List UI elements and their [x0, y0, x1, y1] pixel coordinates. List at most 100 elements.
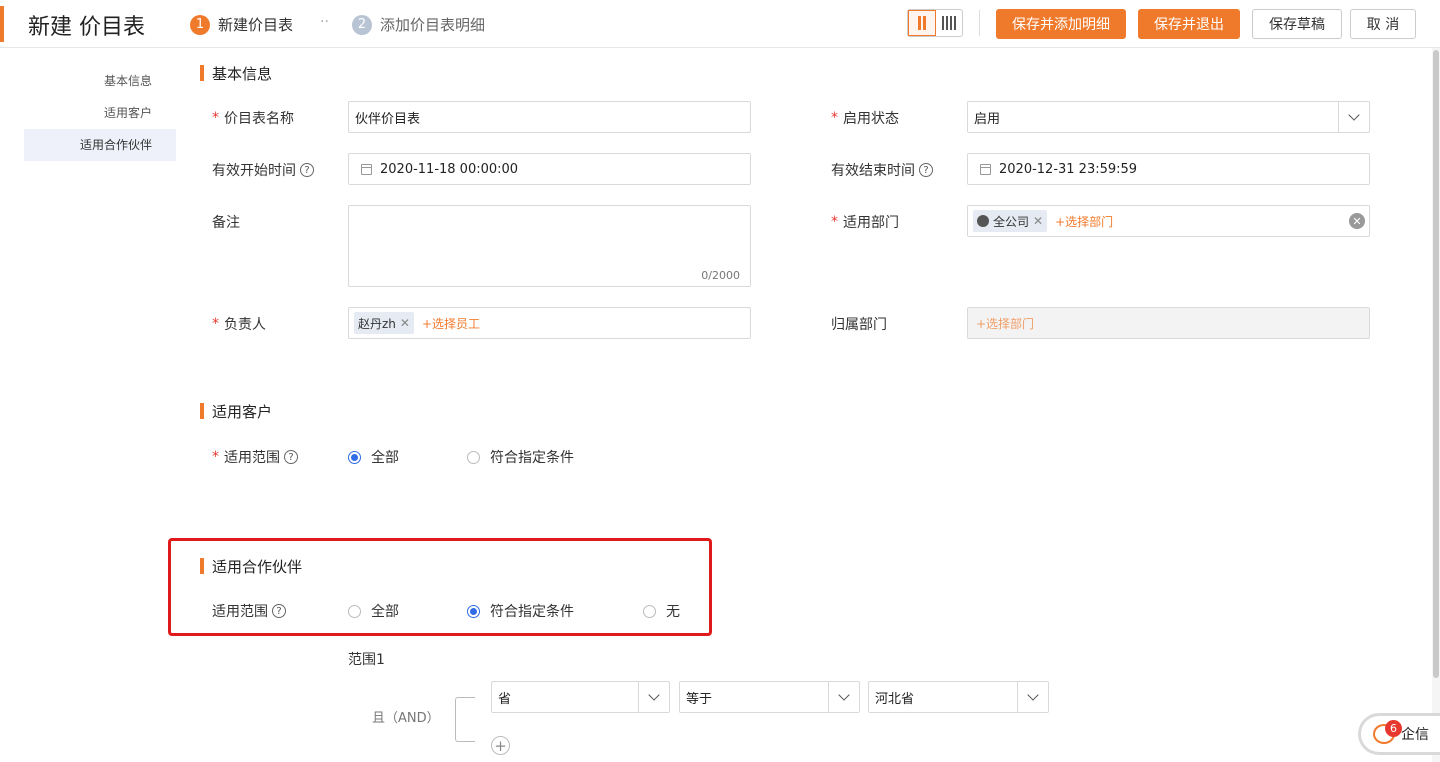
save-draft-button[interactable]: 保存草稿: [1252, 9, 1342, 39]
partner-radio-all[interactable]: 全部: [348, 601, 399, 621]
title-accent-bar: [0, 6, 4, 42]
cancel-button[interactable]: 取 消: [1350, 9, 1416, 39]
condition-operator-select[interactable]: 等于: [679, 681, 860, 713]
qixin-label: 企信: [1401, 727, 1429, 743]
nav-item-basic-info[interactable]: 基本信息: [24, 65, 176, 97]
step-separator: ··: [320, 14, 329, 30]
clear-icon[interactable]: ✕: [1349, 213, 1365, 229]
help-icon[interactable]: ?: [272, 604, 286, 618]
owner-tag-label: 赵丹zh: [358, 316, 396, 331]
condition-operator-value: 等于: [686, 691, 713, 707]
four-column-icon: [942, 16, 956, 30]
required-mark: *: [831, 214, 838, 230]
radio-label: 符合指定条件: [490, 604, 574, 620]
help-icon[interactable]: ?: [919, 163, 933, 177]
logic-bracket: [455, 697, 475, 742]
start-time-label: 有效开始时间?: [212, 160, 314, 180]
help-icon[interactable]: ?: [300, 163, 314, 177]
status-select[interactable]: 启用: [967, 101, 1370, 133]
radio-circle[interactable]: [348, 604, 361, 618]
customer-radio-all[interactable]: 全部: [348, 447, 399, 467]
remove-tag-icon[interactable]: ✕: [400, 316, 410, 330]
price-list-name-value: 伙伴价目表: [355, 111, 421, 127]
two-column-view-button[interactable]: [908, 10, 936, 36]
partner-range-label: 适用范围?: [212, 601, 286, 621]
condition-value-select[interactable]: 河北省: [868, 681, 1049, 713]
partner-radio-conditional[interactable]: 符合指定条件: [467, 601, 574, 621]
radio-circle[interactable]: [467, 604, 480, 618]
status-value: 启用: [974, 111, 1001, 127]
radio-circle[interactable]: [467, 450, 480, 464]
end-time-label-text: 有效结束时间: [831, 163, 915, 179]
price-list-name-label-text: 价目表名称: [224, 111, 294, 127]
required-mark: *: [212, 316, 219, 332]
step-2: 2 添加价目表明细: [352, 14, 485, 35]
chevron-down-icon[interactable]: [1338, 102, 1369, 132]
save-exit-button[interactable]: 保存并退出: [1138, 9, 1240, 39]
radio-label: 全部: [371, 450, 399, 466]
customer-section-title: 适用客户: [200, 401, 272, 422]
radio-circle[interactable]: [643, 604, 656, 618]
partner-radio-none[interactable]: 无: [643, 601, 680, 621]
remove-tag-icon[interactable]: ✕: [1033, 214, 1043, 228]
condition-field-select[interactable]: 省: [491, 681, 670, 713]
condition-value-value: 河北省: [875, 691, 915, 707]
toolbar-divider: [979, 10, 980, 36]
department-tag-label: 全公司: [993, 214, 1030, 229]
step-1-number: 1: [190, 14, 210, 35]
remark-textarea[interactable]: 0/2000: [348, 205, 751, 287]
top-bar: 新建 价目表 1 新建价目表 ·· 2 添加价目表明细 保存并添加明细 保存并退…: [0, 0, 1440, 48]
nav-item-customers[interactable]: 适用客户: [24, 97, 176, 129]
required-mark: *: [212, 449, 219, 465]
page-title: 新建 价目表: [28, 15, 145, 40]
nav-item-partners[interactable]: 适用合作伙伴: [24, 129, 176, 161]
scope-title: 范围1: [348, 652, 385, 668]
owner-label: * 负责人: [212, 314, 266, 334]
department-tag: 全公司 ✕: [973, 210, 1048, 232]
scrollbar-thumb[interactable]: [1433, 50, 1439, 678]
end-time-picker[interactable]: 2020-12-31 23:59:59: [967, 153, 1370, 185]
status-label-text: 启用状态: [843, 111, 899, 127]
select-department-link[interactable]: +选择部门: [1055, 213, 1113, 230]
chevron-down-icon[interactable]: [638, 682, 669, 712]
calendar-icon: [980, 163, 991, 175]
vertical-scrollbar[interactable]: [1432, 48, 1440, 762]
basic-info-section-title: 基本信息: [200, 63, 272, 84]
department-selector[interactable]: 全公司 ✕ +选择部门 ✕: [967, 205, 1370, 237]
chevron-down-icon[interactable]: [828, 682, 859, 712]
section-nav: 基本信息 适用客户 适用合作伙伴: [24, 65, 176, 161]
step-2-number: 2: [352, 14, 372, 35]
required-mark: *: [212, 110, 219, 126]
partner-section-title: 适用合作伙伴: [200, 556, 302, 577]
layout-toggle: [907, 9, 963, 37]
radio-circle[interactable]: [348, 450, 361, 464]
calendar-icon: [361, 163, 372, 175]
customer-radio-conditional[interactable]: 符合指定条件: [467, 447, 574, 467]
globe-icon: [977, 215, 989, 227]
required-mark: *: [831, 110, 838, 126]
chevron-down-icon[interactable]: [1017, 682, 1048, 712]
end-time-value: 2020-12-31 23:59:59: [999, 161, 1138, 177]
price-list-name-input[interactable]: 伙伴价目表: [348, 101, 751, 133]
help-icon[interactable]: ?: [284, 450, 298, 464]
remark-char-counter: 0/2000: [701, 269, 740, 282]
two-column-icon: [918, 16, 926, 30]
start-time-picker[interactable]: 2020-11-18 00:00:00: [348, 153, 751, 185]
add-icon[interactable]: +: [491, 736, 510, 755]
select-employee-link[interactable]: +选择员工: [422, 315, 480, 332]
step-1: 1 新建价目表: [190, 14, 293, 35]
owner-selector[interactable]: 赵丹zh ✕ +选择员工: [348, 307, 751, 339]
remark-label: 备注: [212, 215, 240, 231]
partner-range-label-text: 适用范围: [212, 604, 268, 620]
department-label: * 适用部门: [831, 212, 899, 232]
department-label-text: 适用部门: [843, 215, 899, 231]
status-label: * 启用状态: [831, 108, 899, 128]
price-list-name-label: * 价目表名称: [212, 108, 294, 128]
start-time-value: 2020-11-18 00:00:00: [380, 161, 519, 177]
four-column-view-button[interactable]: [936, 10, 962, 36]
save-add-detail-button[interactable]: 保存并添加明细: [996, 9, 1126, 39]
condition-field-value: 省: [498, 691, 512, 707]
radio-label: 全部: [371, 604, 399, 620]
radio-label: 符合指定条件: [490, 450, 574, 466]
unread-badge: 6: [1385, 720, 1402, 737]
